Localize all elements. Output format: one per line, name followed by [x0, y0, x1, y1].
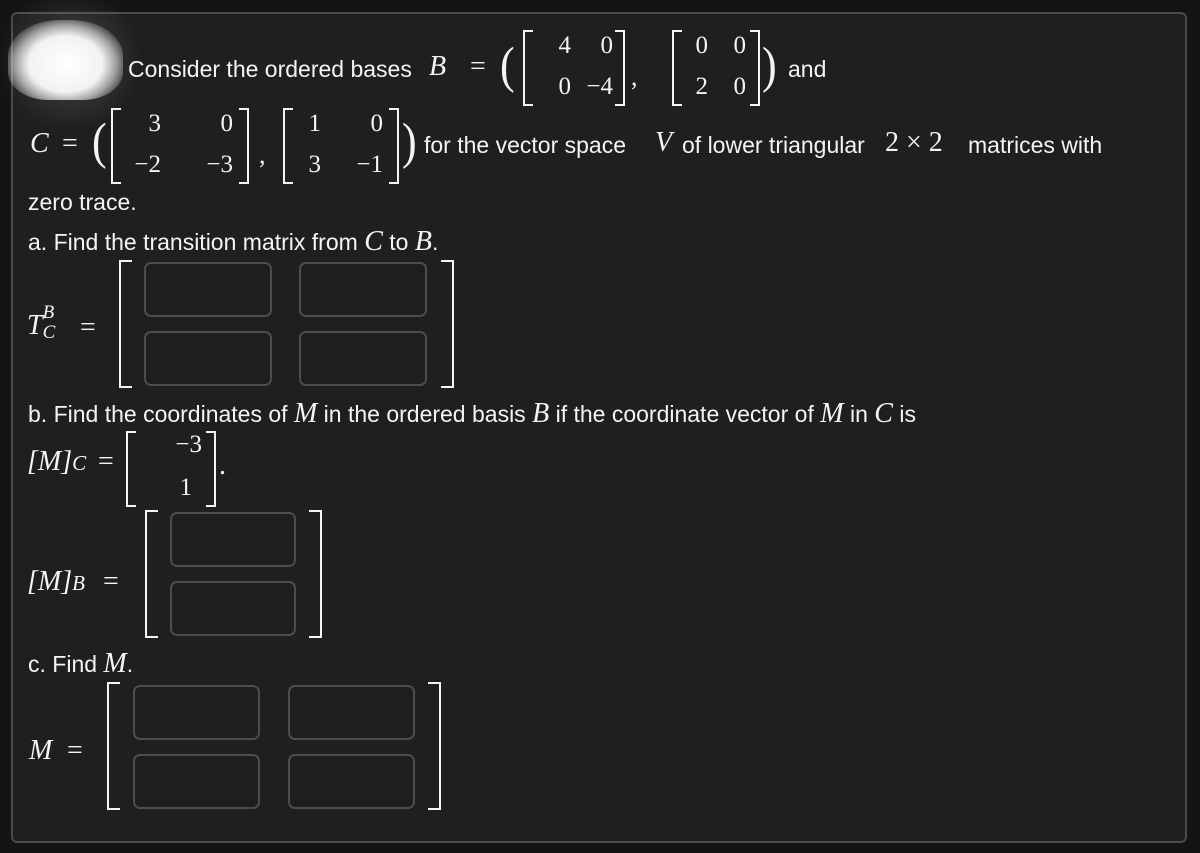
comma: ,: [259, 140, 266, 169]
equals-sign: =: [80, 312, 96, 343]
MB-label: [M]B: [27, 566, 85, 598]
matrix-cell: 0: [220, 110, 234, 137]
matrix-cell: 0: [600, 32, 614, 59]
equals-sign: =: [67, 735, 83, 766]
part-b-B: B: [532, 398, 550, 429]
part-a-prefix: a. Find the transition matrix from: [28, 229, 358, 255]
intro-text: Consider the ordered bases: [128, 56, 412, 82]
MB-subscript: B: [72, 571, 85, 595]
part-b-in-text: in: [849, 401, 868, 427]
M-matrix-cell-1-1[interactable]: [133, 685, 260, 740]
MC-label: [M]C: [27, 446, 86, 478]
matrix-cell: 0: [370, 110, 384, 137]
MC-subscript: C: [72, 451, 87, 475]
part-c-period: .: [126, 651, 134, 677]
matrix-cell: 0: [695, 32, 709, 59]
basis-B-matrix-2: 0 0 2 0: [672, 30, 760, 106]
MC-bracket: [M]: [27, 446, 73, 477]
matrix-cell: −1: [356, 151, 383, 178]
of-lower-triangular-text: of lower triangular: [682, 132, 865, 158]
matrix-cell: 0: [558, 73, 572, 100]
close-paren: ): [402, 113, 417, 170]
subscript-C: C: [42, 322, 56, 343]
equals-sign: =: [62, 128, 78, 159]
part-b-prefix: b. Find the coordinates of: [28, 401, 288, 427]
comma: ,: [631, 62, 638, 91]
part-b-if-text: if the coordinate vector of: [555, 401, 814, 427]
matrix-cell: 3: [308, 151, 322, 178]
part-b-C: C: [874, 398, 893, 429]
matrix-cell: 1: [308, 110, 322, 137]
matrix-cell: 0: [733, 73, 747, 100]
matrix-cell: 3: [148, 110, 162, 137]
transition-matrix-label: T B C: [27, 302, 55, 343]
close-paren: ): [762, 37, 777, 94]
redacted-question-number: [8, 20, 123, 100]
basis-C-label: C: [30, 128, 49, 159]
equals-sign: =: [98, 446, 114, 477]
and-text: and: [788, 56, 827, 82]
superscript-B: B: [42, 302, 55, 323]
part-b-mid: in the ordered basis: [323, 401, 526, 427]
period: .: [219, 450, 226, 481]
open-paren: (: [92, 113, 107, 170]
matrix-cell: −4: [586, 73, 613, 100]
matrix-cell: −3: [206, 151, 233, 178]
equals-sign: =: [103, 566, 119, 597]
transition-matrix-cell-1-1[interactable]: [144, 262, 272, 317]
basis-B-matrix-1: 4 0 0 −4: [523, 30, 625, 106]
vector-cell: −3: [175, 431, 202, 458]
part-a-to-word: to: [389, 229, 409, 255]
MC-vector: −3 1: [126, 431, 216, 507]
part-a-to: B: [414, 226, 432, 257]
T-symbol: T: [27, 310, 43, 341]
basis-B-label: B: [429, 51, 447, 82]
transition-matrix-cell-2-2[interactable]: [299, 331, 427, 386]
equals-sign: =: [470, 51, 486, 82]
transition-matrix-cell-1-2[interactable]: [299, 262, 427, 317]
MB-vector-cell-2[interactable]: [170, 581, 296, 636]
part-a-from: C: [364, 226, 383, 257]
dims-text: 2 × 2: [885, 127, 943, 158]
matrix-cell: 4: [558, 32, 572, 59]
space-V-label: V: [655, 127, 673, 158]
M-matrix-cell-2-1[interactable]: [133, 754, 260, 809]
MB-vector-cell-1[interactable]: [170, 512, 296, 567]
part-a-period: .: [431, 229, 439, 255]
matrix-cell: −2: [134, 151, 161, 178]
part-b-M: M: [293, 398, 318, 429]
zero-trace-text: zero trace.: [28, 189, 137, 215]
matrices-with-text: matrices with: [968, 132, 1103, 158]
matrix-cell: 0: [733, 32, 747, 59]
part-b-is-text: is: [899, 401, 916, 427]
part-a-prompt: a. Find the transition matrix from C to …: [28, 226, 438, 258]
part-c-M: M: [103, 648, 127, 679]
transition-matrix-cell-2-1[interactable]: [144, 331, 272, 386]
M-matrix-cell-2-2[interactable]: [288, 754, 415, 809]
part-c-prompt: c. Find M.: [28, 648, 133, 680]
M-matrix-cell-1-2[interactable]: [288, 685, 415, 740]
for-text: for the vector space: [424, 132, 626, 158]
open-paren: (: [500, 37, 515, 94]
M-label: M: [29, 735, 53, 766]
MB-bracket: [M]: [27, 566, 73, 597]
part-b-M2: M: [820, 398, 844, 429]
matrix-cell: 2: [695, 73, 709, 100]
part-b-prompt: b. Find the coordinates of M in the orde…: [28, 398, 916, 430]
part-c-prefix: c. Find: [28, 651, 98, 677]
basis-C-matrix-2: 1 0 3 −1: [283, 108, 399, 184]
basis-C-matrix-1: 3 0 −2 −3: [111, 108, 249, 184]
vector-cell: 1: [179, 474, 193, 501]
